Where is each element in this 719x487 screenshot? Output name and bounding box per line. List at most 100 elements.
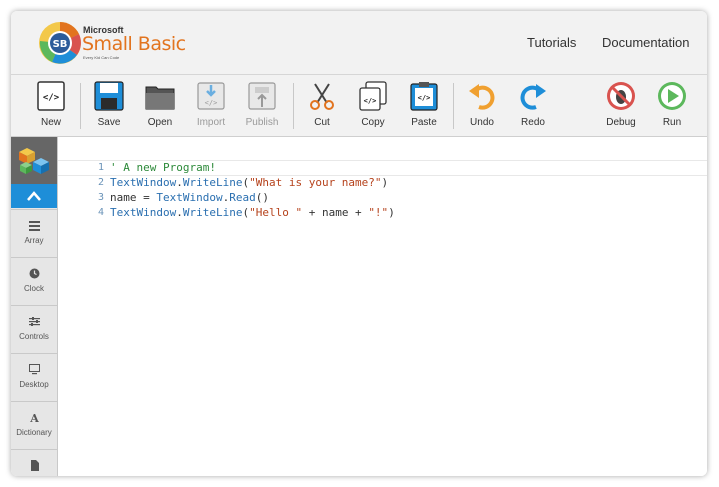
new-label: New: [40, 117, 61, 128]
redo-button[interactable]: Redo: [510, 81, 556, 133]
floppy-disk-icon: [94, 81, 124, 111]
app-window: SB Microsoft Small Basic Every Kid Can C…: [11, 11, 707, 476]
code-editor[interactable]: 1 ' A new Program! 2 TextWindow.WriteLin…: [58, 137, 707, 476]
code-token: Read: [229, 191, 256, 204]
sidebar-header: [11, 137, 57, 184]
folder-icon: [145, 86, 175, 110]
open-button[interactable]: Open: [137, 81, 183, 133]
code-token: .: [176, 206, 183, 219]
toolbar-divider: [453, 83, 454, 129]
toolbar-divider: [80, 83, 81, 129]
toolbar-divider: [293, 83, 294, 129]
paste-button[interactable]: </> Paste: [401, 81, 447, 133]
app-header: SB Microsoft Small Basic Every Kid Can C…: [11, 11, 707, 75]
code-line[interactable]: 2 TextWindow.WriteLine("What is your nam…: [58, 176, 707, 191]
sidebar-item-label: Controls: [19, 332, 49, 341]
undo-icon: [469, 84, 495, 110]
code-token: "!": [368, 206, 389, 219]
publish-button[interactable]: Publish: [239, 81, 285, 133]
line-number: 2: [97, 177, 104, 188]
run-label: Run: [662, 117, 682, 128]
sidebar-item-file[interactable]: [11, 449, 57, 476]
publish-label: Publish: [245, 117, 279, 128]
sidebar-item-dictionary[interactable]: A Dictionary: [11, 401, 57, 449]
copy-icon: </>: [359, 81, 387, 111]
code-token: WriteLine: [182, 206, 243, 219]
code-token: "Hello ": [249, 206, 303, 219]
debug-button[interactable]: Debug: [598, 81, 644, 133]
list-icon: [28, 221, 40, 231]
svg-text:SB: SB: [53, 39, 68, 50]
sidebar-item-controls[interactable]: Controls: [11, 305, 57, 353]
nav-tutorials[interactable]: Tutorials: [527, 35, 576, 50]
toolbar: </> New Save Open </> Import Publish Cut…: [11, 75, 707, 137]
run-button[interactable]: Run: [649, 81, 695, 133]
brand-small-basic: Small Basic: [82, 33, 186, 55]
bug-icon: [607, 82, 635, 110]
svg-text:A: A: [29, 412, 39, 423]
chevron-up-icon: [27, 191, 41, 201]
code-text: name = TextWindow.Read(): [110, 191, 269, 204]
import-button[interactable]: </> Import: [188, 81, 234, 133]
sliders-icon: [28, 317, 40, 326]
svg-text:</>: </>: [364, 97, 377, 105]
sidebar-scroll-up-button[interactable]: [11, 184, 57, 208]
import-label: Import: [196, 117, 226, 128]
code-token: "What is your name?": [249, 176, 382, 189]
file-icon: [30, 460, 39, 471]
letter-a-icon: A: [29, 412, 39, 423]
line-number: 1: [97, 162, 104, 173]
publish-icon: [248, 82, 276, 110]
svg-text:</>: </>: [418, 94, 431, 102]
new-file-icon: </>: [37, 81, 65, 111]
code-token: WriteLine: [182, 176, 243, 189]
sidebar-item-label: Desktop: [19, 380, 49, 389]
clock-icon: [29, 268, 39, 279]
debug-label: Debug: [606, 117, 636, 128]
line-number: 3: [97, 192, 104, 203]
monitor-icon: [28, 364, 40, 375]
cut-button[interactable]: Cut: [299, 81, 345, 133]
save-label: Save: [97, 117, 121, 128]
sidebar-item-desktop[interactable]: Desktop: [11, 353, 57, 401]
scissors-icon: [310, 83, 334, 110]
code-line[interactable]: 3 name = TextWindow.Read(): [58, 191, 707, 206]
code-token: ' A new Program!: [110, 161, 216, 174]
svg-text:</>: </>: [205, 99, 218, 107]
code-token: (): [255, 191, 269, 204]
copy-label: Copy: [361, 117, 385, 128]
sidebar-item-label: Dictionary: [16, 428, 52, 437]
line-number: 4: [97, 207, 104, 218]
small-basic-logo-icon: SB: [39, 21, 81, 64]
code-token: name =: [110, 191, 157, 204]
code-text: TextWindow.WriteLine("What is your name?…: [110, 176, 388, 189]
code-token: TextWindow: [110, 206, 177, 219]
library-sidebar: Array Clock Controls Desktop A Dictionar…: [11, 137, 58, 476]
brand-tagline: Every Kid Can Code: [83, 55, 120, 60]
code-token: + name +: [302, 206, 369, 219]
sidebar-item-label: Clock: [23, 284, 44, 293]
code-token: ): [381, 176, 389, 189]
new-button[interactable]: </> New: [28, 81, 74, 133]
svg-text:</>: </>: [43, 93, 60, 103]
redo-label: Redo: [521, 117, 545, 128]
code-text: TextWindow.WriteLine("Hello " + name + "…: [110, 206, 395, 219]
nav-documentation[interactable]: Documentation: [602, 35, 689, 50]
code-token: ): [388, 206, 395, 219]
code-line[interactable]: 4 TextWindow.WriteLine("Hello " + name +…: [58, 206, 707, 221]
code-line[interactable]: 1 ' A new Program!: [58, 160, 707, 176]
sidebar-item-label: Array: [24, 236, 44, 245]
undo-button[interactable]: Undo: [459, 81, 505, 133]
sidebar-item-clock[interactable]: Clock: [11, 257, 57, 305]
cut-label: Cut: [314, 117, 330, 128]
code-text: ' A new Program!: [110, 161, 216, 174]
play-icon: [658, 82, 686, 110]
clipboard-icon: </>: [410, 82, 438, 111]
code-token: TextWindow: [156, 191, 223, 204]
copy-button[interactable]: </> Copy: [350, 81, 396, 133]
save-button[interactable]: Save: [86, 81, 132, 133]
cubes-icon: [19, 148, 49, 174]
sidebar-item-array[interactable]: Array: [11, 209, 57, 257]
import-icon: </>: [197, 82, 225, 110]
redo-icon: [520, 84, 546, 110]
